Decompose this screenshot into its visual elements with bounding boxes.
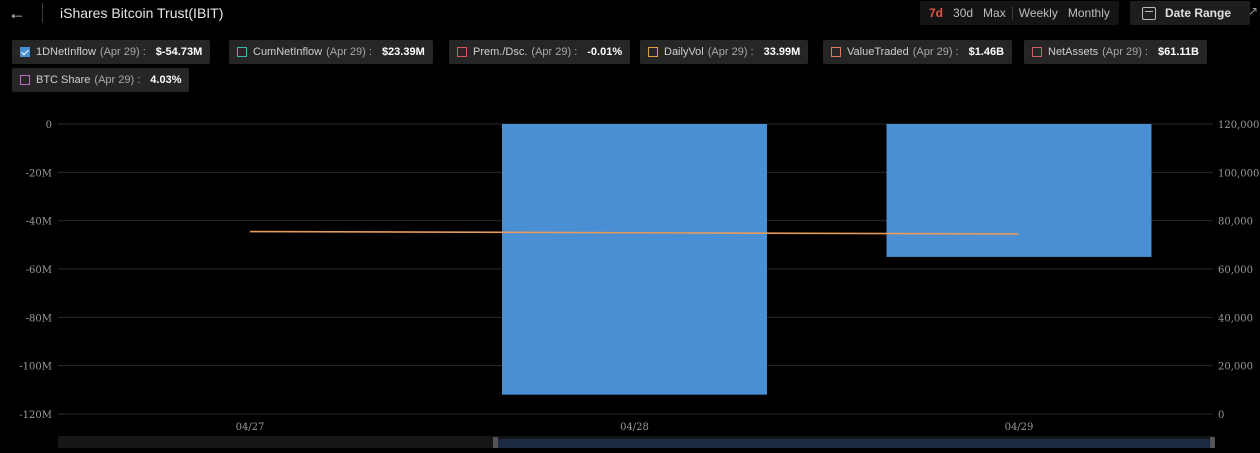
x-axis-tick-label: 04/27 — [236, 422, 265, 433]
right-axis-tick-label: 80,000 — [1218, 217, 1253, 228]
period-7d-button[interactable]: 7d — [924, 2, 948, 24]
right-axis-tick-label: 120,000 — [1218, 120, 1259, 131]
legend-chip-btc-share[interactable]: BTC Share (Apr 29) : 4.03% — [12, 68, 190, 92]
legend-name: NetAssets — [1048, 46, 1099, 58]
date-range-button[interactable]: Date Range — [1130, 1, 1250, 25]
chart-svg: 0 -20M -40M -60M -80M -100M -120M 120,000 100,00… — [19, 120, 1259, 448]
inflow-bar — [502, 124, 767, 395]
inflow-bar — [886, 124, 1152, 257]
legend-name: CumNetInflow — [253, 46, 323, 58]
legend-date: (Apr 29) : — [531, 46, 578, 58]
right-axis-tick-label: 40,000 — [1218, 313, 1253, 324]
period-separator — [1011, 6, 1013, 20]
legend-chip-dailyvol[interactable]: DailyVol (Apr 29) : 33.99M — [640, 40, 809, 64]
checkbox-icon[interactable] — [20, 75, 30, 85]
legend-date: (Apr 29) : — [94, 74, 141, 86]
right-axis-tick-label: 0 — [1218, 410, 1224, 421]
checkbox-icon[interactable] — [20, 47, 30, 57]
legend-name: 1DNetInflow — [36, 46, 96, 58]
legend-chip-1dnetinflow[interactable]: 1DNetInflow (Apr 29) : $-54.73M — [12, 40, 211, 64]
legend-date: (Apr 29) : — [326, 46, 372, 58]
left-axis-tick-label: -60M — [26, 265, 52, 276]
left-axis-tick-label: -40M — [26, 217, 52, 228]
chart-tool-icon[interactable]: ↗ — [1248, 4, 1260, 18]
right-axis-tick-label: 100,000 — [1218, 168, 1259, 179]
header-bar: ← iShares Bitcoin Trust(IBIT) 7d 30d Max… — [0, 0, 1260, 26]
left-axis-tick-label: -80M — [26, 313, 52, 324]
legend-date: (Apr 29) : — [99, 46, 146, 58]
legend-value: -0.01% — [587, 46, 623, 58]
period-max-button[interactable]: Max — [978, 2, 1011, 24]
checkbox-icon[interactable] — [648, 47, 658, 57]
legend-value: 33.99M — [763, 46, 801, 58]
chart-area: 0 -20M -40M -60M -80M -100M -120M 120,000 100,00… — [0, 108, 1260, 448]
interval-monthly-button[interactable]: Monthly — [1063, 2, 1115, 24]
x-axis-tick-label: 04/28 — [620, 422, 649, 433]
legend-date: (Apr 29) : — [1102, 46, 1148, 58]
checkbox-icon[interactable] — [457, 47, 467, 57]
legend-date: (Apr 29) : — [912, 46, 959, 58]
navigator-selection — [497, 439, 1213, 448]
checkbox-icon[interactable] — [831, 47, 841, 57]
back-arrow-icon[interactable]: ← — [6, 2, 28, 24]
legend-date: (Apr 29) : — [707, 46, 754, 58]
legend-name: ValueTraded — [847, 46, 909, 58]
legend-name: BTC Share — [36, 74, 91, 86]
period-30d-button[interactable]: 30d — [948, 2, 978, 24]
navigator-handle-left — [493, 437, 498, 448]
left-axis-tick-label: -20M — [26, 168, 52, 179]
legend-value: $61.11B — [1158, 46, 1199, 58]
legend-chip-premium-discount[interactable]: Prem./Dsc. (Apr 29) : -0.01% — [449, 40, 631, 64]
legend-value: $23.39M — [381, 46, 425, 58]
period-selector: 7d 30d Max Weekly Monthly — [920, 1, 1119, 25]
legend-chip-cumnetinflow[interactable]: CumNetInflow (Apr 29) : $23.39M — [229, 40, 433, 64]
interval-weekly-button[interactable]: Weekly — [1014, 2, 1063, 24]
legend-chip-valuetraded[interactable]: ValueTraded (Apr 29) : $1.46B — [823, 40, 1013, 64]
header-divider — [42, 3, 43, 23]
right-axis-tick-label: 60,000 — [1218, 265, 1253, 276]
left-axis-tick-label: 0 — [46, 120, 52, 131]
legend-value: 4.03% — [150, 74, 182, 86]
legend-name: DailyVol — [664, 46, 704, 58]
date-range-label: Date Range — [1165, 6, 1232, 20]
right-axis-tick-label: 20,000 — [1218, 362, 1253, 373]
page-title: iShares Bitcoin Trust(IBIT) — [60, 5, 224, 21]
x-axis-tick-label: 04/29 — [1005, 422, 1034, 433]
navigator-handle-right — [1210, 437, 1215, 448]
legend-value: $1.46B — [968, 46, 1005, 58]
checkbox-icon[interactable] — [237, 47, 247, 57]
legend-name: Prem./Dsc. — [473, 46, 528, 58]
checkbox-icon[interactable] — [1032, 47, 1042, 57]
left-axis-tick-label: -120M — [19, 410, 52, 421]
calendar-icon — [1142, 6, 1156, 20]
left-axis-tick-label: -100M — [19, 362, 52, 373]
legend-chip-netassets[interactable]: NetAssets (Apr 29) : $61.11B — [1024, 40, 1207, 64]
legend-value: $-54.73M — [155, 46, 203, 58]
